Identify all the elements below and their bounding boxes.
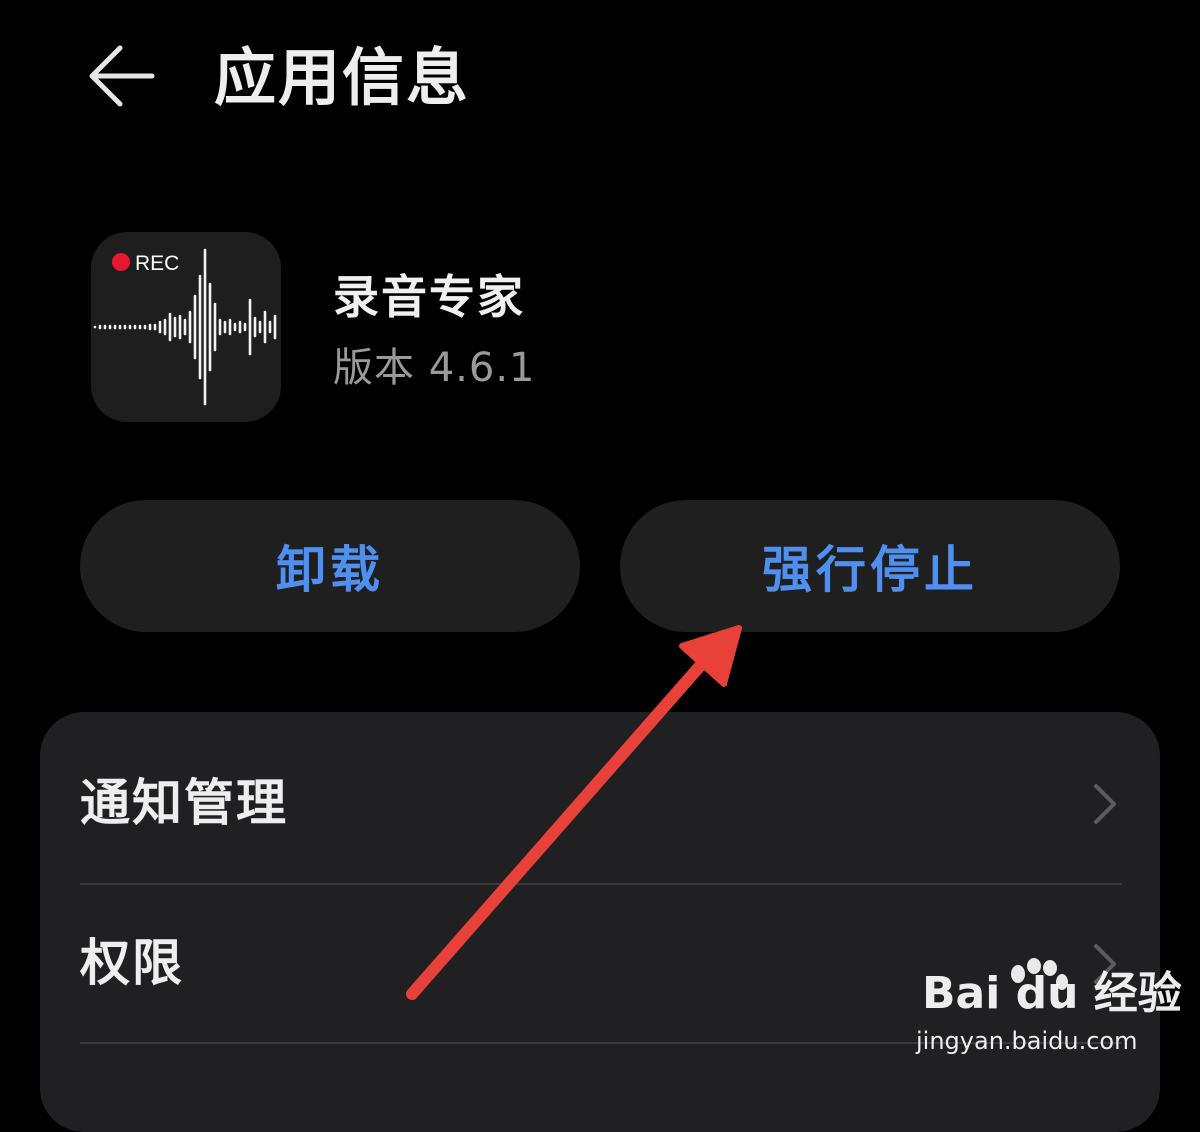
arrow-left-icon [89, 45, 155, 107]
header: 应用信息 [0, 0, 1200, 160]
back-button[interactable] [80, 40, 160, 112]
rec-badge-text: REC [135, 252, 179, 275]
baidu-watermark: Bai du 经验 jingyan.baidu.com [916, 958, 1182, 1068]
force-stop-button[interactable]: 强行停止 [620, 500, 1120, 632]
watermark-logo: Bai du 经验 [922, 968, 1182, 1019]
app-version: 版本 4.6.1 [333, 345, 536, 391]
settings-card: 通知管理 权限 [40, 712, 1160, 1132]
settings-item-label: 通知管理 [80, 774, 288, 832]
recorder-app-icon: REC [93, 248, 277, 406]
page-title: 应用信息 [214, 41, 471, 114]
settings-item-notifications[interactable]: 通知管理 [80, 724, 1122, 884]
settings-item-label: 权限 [80, 934, 184, 992]
uninstall-button[interactable]: 卸载 [80, 500, 580, 632]
chevron-right-icon [1094, 784, 1116, 824]
app-name: 录音专家 [333, 270, 525, 324]
watermark-url: jingyan.baidu.com [916, 1027, 1138, 1055]
app-icon: REC [91, 232, 281, 422]
